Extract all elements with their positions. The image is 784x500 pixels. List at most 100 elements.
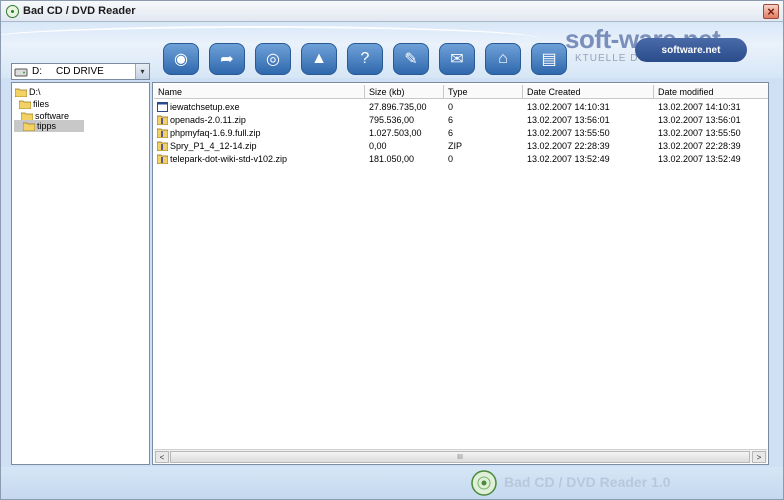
cell-text: 13.02.2007 22:28:39 (527, 140, 610, 151)
cell-text: 6 (448, 114, 454, 125)
cell-name: telepark-dot-wiki-std-v102.zip (156, 152, 288, 165)
cell-text: 13.02.2007 13:52:49 (527, 153, 610, 164)
cell-type: 6 (448, 113, 453, 126)
cell-created: 13.02.2007 22:28:39 (527, 139, 610, 152)
column-header-type[interactable]: Type (444, 85, 523, 99)
cell-name: openads-2.0.11.zip (156, 113, 246, 126)
chevron-down-icon[interactable]: ▾ (135, 64, 149, 79)
disc-settings-button[interactable]: ✎ (393, 43, 429, 75)
drive-letter: D: (32, 66, 42, 77)
table-row[interactable]: openads-2.0.11.zip 795.536,00 6 13.02.2007 … (153, 113, 768, 126)
cell-modified: 13.02.2007 13:55:50 (658, 126, 741, 139)
cell-modified: 13.02.2007 14:10:31 (658, 100, 741, 113)
scroll-left-arrow[interactable]: < (155, 451, 169, 463)
cell-name: Spry_P1_4_12-14.zip (156, 139, 257, 152)
cell-created: 13.02.2007 13:52:49 (527, 152, 610, 165)
table-row[interactable]: Spry_P1_4_12-14.zip 0,00 ZIP 13.02.2007 22:… (153, 139, 768, 152)
scroll-right-arrow[interactable]: > (752, 451, 766, 463)
cell-created: 13.02.2007 13:56:01 (527, 113, 610, 126)
cell-size: 27.896.735,00 (369, 100, 427, 113)
tree-item-files[interactable]: files (18, 98, 49, 110)
disc-button[interactable]: ◉ (163, 43, 199, 75)
cell-text: 13.02.2007 13:55:50 (658, 127, 741, 138)
disc-settings-icon: ✎ (404, 51, 418, 68)
cell-type: 0 (448, 100, 453, 113)
book-button[interactable]: ▤ (531, 43, 567, 75)
disc-copy-icon: ◎ (266, 51, 280, 68)
cell-modified: 13.02.2007 13:56:01 (658, 113, 741, 126)
up-arrow-button[interactable]: ▲ (301, 43, 337, 75)
cell-text: 1.027.503,00 (369, 127, 422, 138)
column-header-created[interactable]: Date Created (523, 85, 654, 99)
cell-text: 13.02.2007 14:10:31 (658, 101, 741, 112)
column-header-name[interactable]: Name (154, 85, 365, 99)
footer: Bad CD / DVD Reader 1.0 (1, 467, 783, 499)
table-row[interactable]: iewatchsetup.exe 27.896.735,00 0 13.02.2007… (153, 100, 768, 113)
close-button[interactable]: × (763, 4, 779, 19)
home-button[interactable]: ⌂ (485, 43, 521, 75)
cell-text: iewatchsetup.exe (170, 101, 240, 112)
watermark-badge-text: software.net (661, 44, 721, 56)
app-disc-icon (5, 4, 19, 18)
cell-modified: 13.02.2007 22:28:39 (658, 139, 741, 152)
file-list: Name Size (kb) Type Date Created Date mo… (152, 82, 769, 465)
file-zip-icon (156, 141, 169, 151)
file-zip-icon (156, 128, 169, 138)
cell-size: 1.027.503,00 (369, 126, 422, 139)
cell-text: 795.536,00 (369, 114, 415, 125)
folder-icon (22, 122, 36, 131)
cell-name: iewatchsetup.exe (157, 100, 240, 113)
folder-icon (14, 88, 28, 97)
cell-type: ZIP (448, 139, 462, 152)
cell-text: 13.02.2007 13:55:50 (527, 127, 610, 138)
cell-text: 13.02.2007 13:56:01 (527, 114, 610, 125)
cell-text: phpmyfaq-1.6.9.full.zip (170, 127, 261, 138)
file-zip-icon (156, 115, 169, 125)
help-button[interactable]: ? (347, 43, 383, 75)
cell-size: 0,00 (369, 139, 387, 152)
up-arrow-icon: ▲ (311, 50, 327, 67)
drive-select[interactable]: D: CD DRIVE ▾ (11, 63, 150, 80)
cell-text: 0 (448, 101, 454, 112)
toolbar: ◉ ➦ ◎ ▲? ✎ ✉ ⌂ ▤ (163, 43, 577, 75)
mail-icon: ✉ (450, 51, 464, 68)
cell-text: telepark-dot-wiki-std-v102.zip (170, 153, 288, 164)
tree-item-label: tipps (37, 121, 57, 131)
cell-text: 0,00 (369, 140, 387, 151)
disc-copy-button[interactable]: ◎ (255, 43, 291, 75)
file-zip-icon (156, 154, 169, 164)
cell-text: 13.02.2007 13:52:49 (658, 153, 741, 164)
cell-text: 181.050,00 (369, 153, 415, 164)
cell-created: 13.02.2007 14:10:31 (527, 100, 610, 113)
cell-name: phpmyfaq-1.6.9.full.zip (156, 126, 261, 139)
app-window: Bad CD / DVD Reader × soft-ware.net KTUE… (0, 0, 784, 500)
cell-text: 13.02.2007 13:56:01 (658, 114, 741, 125)
tree-item-root[interactable]: D:\ (14, 86, 41, 98)
home-icon: ⌂ (498, 50, 508, 67)
horizontal-scrollbar[interactable]: < III > (154, 449, 767, 463)
cell-modified: 13.02.2007 13:52:49 (658, 152, 741, 165)
cell-size: 181.050,00 (369, 152, 414, 165)
cell-text: 27.896.735,00 (369, 101, 427, 112)
folder-icon (18, 100, 32, 109)
table-row[interactable]: telepark-dot-wiki-std-v102.zip 181.050,00… (153, 152, 768, 165)
title-bar[interactable]: Bad CD / DVD Reader × (1, 1, 783, 22)
folder-open-button[interactable]: ➦ (209, 43, 245, 75)
cell-size: 795.536,00 (369, 113, 414, 126)
book-icon: ▤ (541, 51, 557, 68)
table-row[interactable]: phpmyfaq-1.6.9.full.zip 1.027.503,00 6 13.0… (153, 126, 768, 139)
disc-icon: ◉ (174, 51, 188, 68)
column-header-modified[interactable]: Date modified (654, 85, 768, 99)
footer-disc-icon (471, 470, 497, 496)
mail-button[interactable]: ✉ (439, 43, 475, 75)
cell-text: ZIP (448, 140, 463, 151)
cell-type: 0 (448, 152, 453, 165)
cell-text: 13.02.2007 22:28:39 (658, 140, 741, 151)
column-header-size[interactable]: Size (kb) (365, 85, 444, 99)
tree-item-tipps[interactable]: tipps (14, 120, 85, 132)
cell-type: 6 (448, 126, 453, 139)
scroll-thumb[interactable]: III (170, 451, 750, 463)
cell-text: 6 (448, 127, 454, 138)
watermark-badge: software.net (635, 38, 747, 62)
folder-tree: D:\ files software tipps (11, 82, 150, 465)
